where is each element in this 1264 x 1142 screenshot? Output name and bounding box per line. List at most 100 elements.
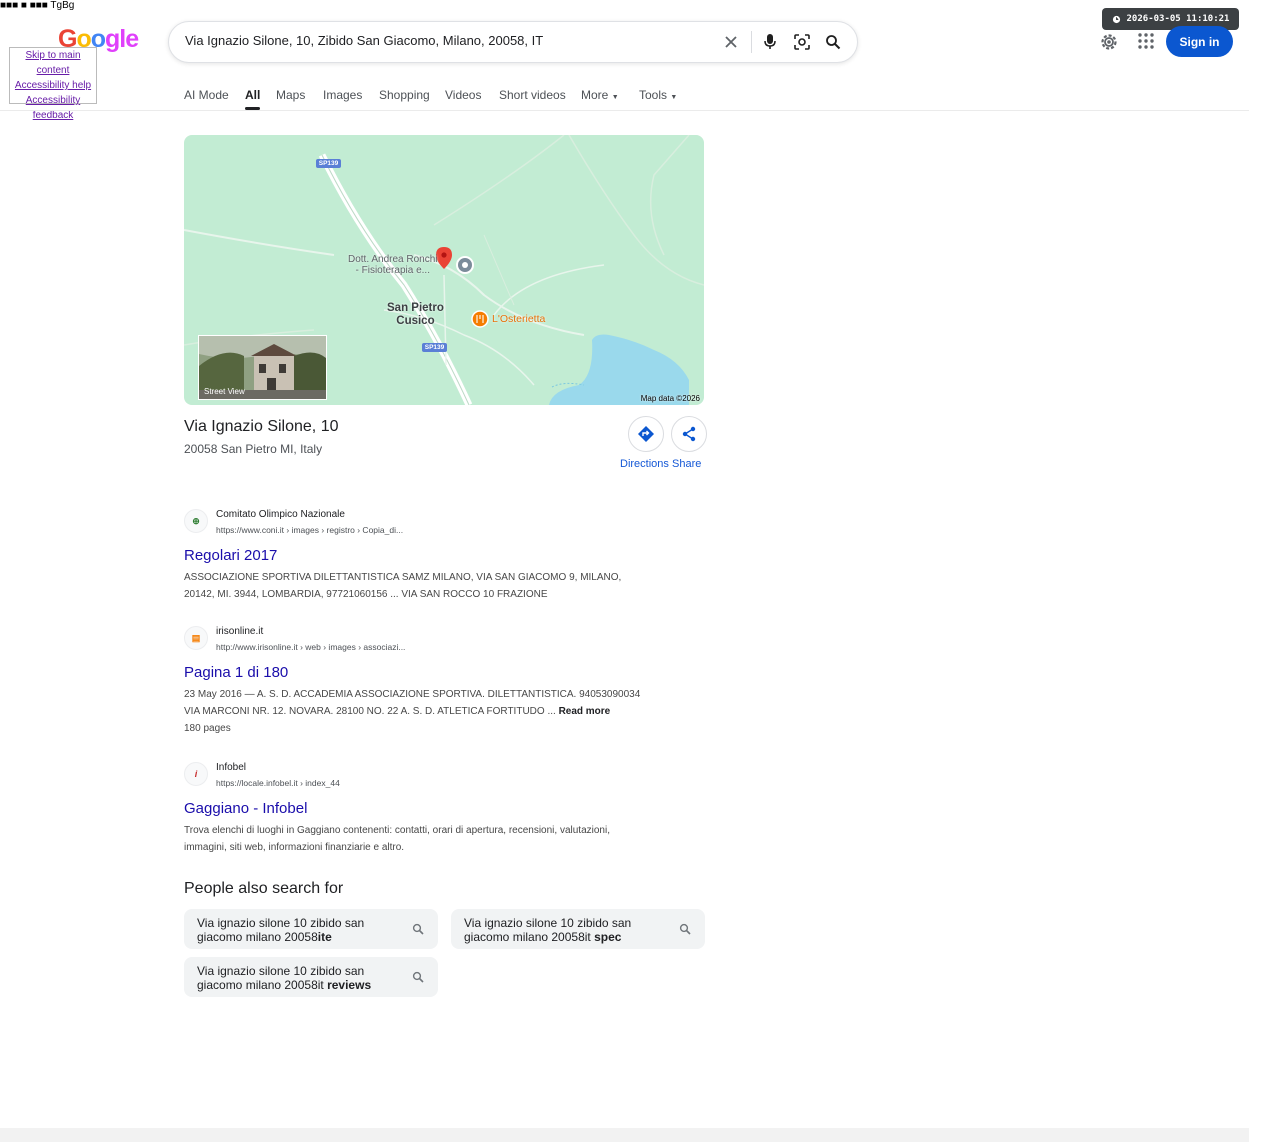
infobel-favicon: i <box>184 762 208 786</box>
chip-text: Via ignazio silone 10 zibido san giacomo… <box>464 916 664 944</box>
skip-links-box: Skip to main content Accessibility help … <box>9 47 97 121</box>
place-title: Via Ignazio Silone, 10 <box>184 418 339 435</box>
search-icon <box>679 923 691 935</box>
town-label: San Pietro Cusico <box>387 302 444 328</box>
town-label-line: Cusico <box>396 315 435 327</box>
result-site-name: Comitato Olimpico Nazionale <box>216 509 345 520</box>
timestamp-text: 2026-03-05 11:10:21 <box>1126 14 1230 24</box>
apps-grid-icon[interactable] <box>1137 32 1155 50</box>
people-also-search-heading: People also search for <box>184 880 344 897</box>
poi-label-clinic: Dott. Andrea Ronchi - Fisioterapia e... <box>348 254 438 276</box>
chip-line-prefix: giacomo milano 20058 <box>197 930 318 944</box>
chip-line-prefix: giacomo milano 20058it <box>464 930 595 944</box>
overlay-text: ■■■ ■ ■■■ TgBg <box>0 0 75 11</box>
header-divider <box>0 110 1249 111</box>
accessibility-help-link[interactable]: Accessibility help <box>10 78 96 93</box>
chip-line-2: giacomo milano 20058it reviews <box>197 978 397 992</box>
map-preview[interactable]: SP139 SP139 Dott. Andrea Ronchi - Fisiot… <box>184 135 704 405</box>
street-view-label: Street View <box>204 387 245 396</box>
result-title-link[interactable]: Gaggiano - Infobel <box>184 800 307 817</box>
chip-line-2: giacomo milano 20058it spec <box>464 930 664 944</box>
search-icon[interactable] <box>823 32 843 52</box>
road-label: SP139 <box>424 344 445 351</box>
result-site-name: irisonline.it <box>216 626 264 637</box>
search-icon <box>412 971 424 983</box>
accessibility-feedback-link[interactable]: Accessibility feedback <box>10 93 96 123</box>
lens-icon[interactable] <box>792 32 812 52</box>
tab-tools[interactable]: Tools ▼ <box>639 88 677 102</box>
share-label[interactable]: Share <box>672 458 701 470</box>
place-subtitle: 20058 San Pietro MI, Italy <box>184 442 323 456</box>
tab-maps[interactable]: Maps <box>276 88 305 102</box>
read-more-link[interactable]: Read more <box>559 706 611 717</box>
clock-icon <box>1112 15 1120 23</box>
logo-letter: g <box>105 25 120 53</box>
directions-icon <box>638 426 654 442</box>
snippet-line: 180 pages <box>184 723 231 734</box>
chip-text: Via ignazio silone 10 zibido san giacomo… <box>197 916 397 944</box>
result-site-name: Infobel <box>216 762 247 773</box>
result-url[interactable]: https://www.coni.it › images › registro … <box>216 525 403 535</box>
chip-text: Via ignazio silone 10 zibido san giacomo… <box>197 964 397 992</box>
snippet-line: Trova elenchi di luoghi in Gaggiano cont… <box>184 825 610 836</box>
sign-in-button[interactable]: Sign in <box>1166 26 1233 57</box>
result-url[interactable]: https://locale.infobel.it › index_44 <box>216 778 340 788</box>
snippet-line: 20142, MI. 3944, LOMBARDIA, 97721060156 … <box>184 589 548 600</box>
mic-icon[interactable] <box>760 32 780 52</box>
page-footer <box>0 1128 1249 1142</box>
tab-images[interactable]: Images <box>323 88 362 102</box>
tab-videos[interactable]: Videos <box>445 88 481 102</box>
search-input[interactable]: Via Ignazio Silone, 10, Zibido San Giaco… <box>185 33 543 48</box>
chevron-down-icon: ▼ <box>670 94 678 101</box>
snippet-line: ASSOCIAZIONE SPORTIVA DILETTANTISTICA SA… <box>184 572 622 583</box>
logo-letter: o <box>76 25 91 53</box>
chip-line-2: giacomo milano 20058ite <box>197 930 397 944</box>
street-view-thumbnail[interactable]: Street View <box>198 335 327 400</box>
chip-line-bold: spec <box>594 930 622 944</box>
logo-letter: e <box>125 25 139 53</box>
google-logo[interactable]: Google <box>58 25 139 54</box>
tab-shopping[interactable]: Shopping <box>379 88 430 102</box>
snippet-line: VIA MARCONI NR. 12. NOVARA. 28100 NO. 22… <box>184 706 556 717</box>
tab-more-label: More <box>581 88 609 102</box>
town-label-line: San Pietro <box>387 302 444 314</box>
poi-label-line: Dott. Andrea Ronchi <box>348 254 438 265</box>
directions-label[interactable]: Directions <box>620 458 669 470</box>
tab-ai-mode[interactable]: AI Mode <box>184 88 229 102</box>
settings-gear-icon[interactable] <box>1098 31 1120 53</box>
share-button[interactable] <box>671 416 707 452</box>
search-box[interactable]: Via Ignazio Silone, 10, Zibido San Giaco… <box>168 21 858 63</box>
close-icon[interactable] <box>721 32 741 52</box>
chip-line-prefix: giacomo milano 20058it <box>197 978 328 992</box>
related-search-chip[interactable]: Via ignazio silone 10 zibido san giacomo… <box>184 909 438 949</box>
result-snippet: ASSOCIAZIONE SPORTIVA DILETTANTISTICA SA… <box>184 569 704 603</box>
directions-button[interactable] <box>628 416 664 452</box>
search-result: ⊕ Comitato Olimpico Nazionale https://ww… <box>184 509 704 600</box>
search-icon <box>412 923 424 935</box>
poi-label-osterietta: L'Osterietta <box>492 313 546 325</box>
result-url[interactable]: http://www.irisonline.it › web › images … <box>216 642 405 652</box>
chip-line-bold: reviews <box>327 978 372 992</box>
tab-all[interactable]: All <box>245 88 261 110</box>
share-icon <box>682 426 696 442</box>
irisonline-favicon: ▤ <box>184 626 208 650</box>
snippet-line: 23 May 2016 — A. S. D. ACCADEMIA ASSOCIA… <box>184 689 641 700</box>
chip-line: Via ignazio silone 10 zibido san <box>464 916 632 930</box>
logo-letter: G <box>58 25 77 53</box>
search-result: i Infobel https://locale.infobel.it › in… <box>184 762 704 853</box>
chip-line-bold: ite <box>317 930 332 944</box>
logo-letter: o <box>90 25 106 53</box>
tab-tools-label: Tools <box>639 88 668 102</box>
related-search-chip[interactable]: Via ignazio silone 10 zibido san giacomo… <box>184 957 438 997</box>
result-title-link[interactable]: Regolari 2017 <box>184 547 277 564</box>
poi-label-line: - Fisioterapia e... <box>355 265 430 276</box>
tab-more[interactable]: More ▼ <box>581 88 619 102</box>
related-search-chip[interactable]: Via ignazio silone 10 zibido san giacomo… <box>451 909 705 949</box>
snippet-line-with-more: VIA MARCONI NR. 12. NOVARA. 28100 NO. 22… <box>184 703 704 720</box>
result-snippet: 23 May 2016 — A. S. D. ACCADEMIA ASSOCIA… <box>184 686 704 737</box>
map-credit: Map data ©2026 <box>640 394 700 403</box>
chip-line: Via ignazio silone 10 zibido san <box>197 964 365 978</box>
tab-short-videos[interactable]: Short videos <box>499 88 566 102</box>
result-title-link[interactable]: Pagina 1 di 180 <box>184 664 288 681</box>
snippet-line: immagini, siti web, informazioni finanzi… <box>184 842 405 853</box>
